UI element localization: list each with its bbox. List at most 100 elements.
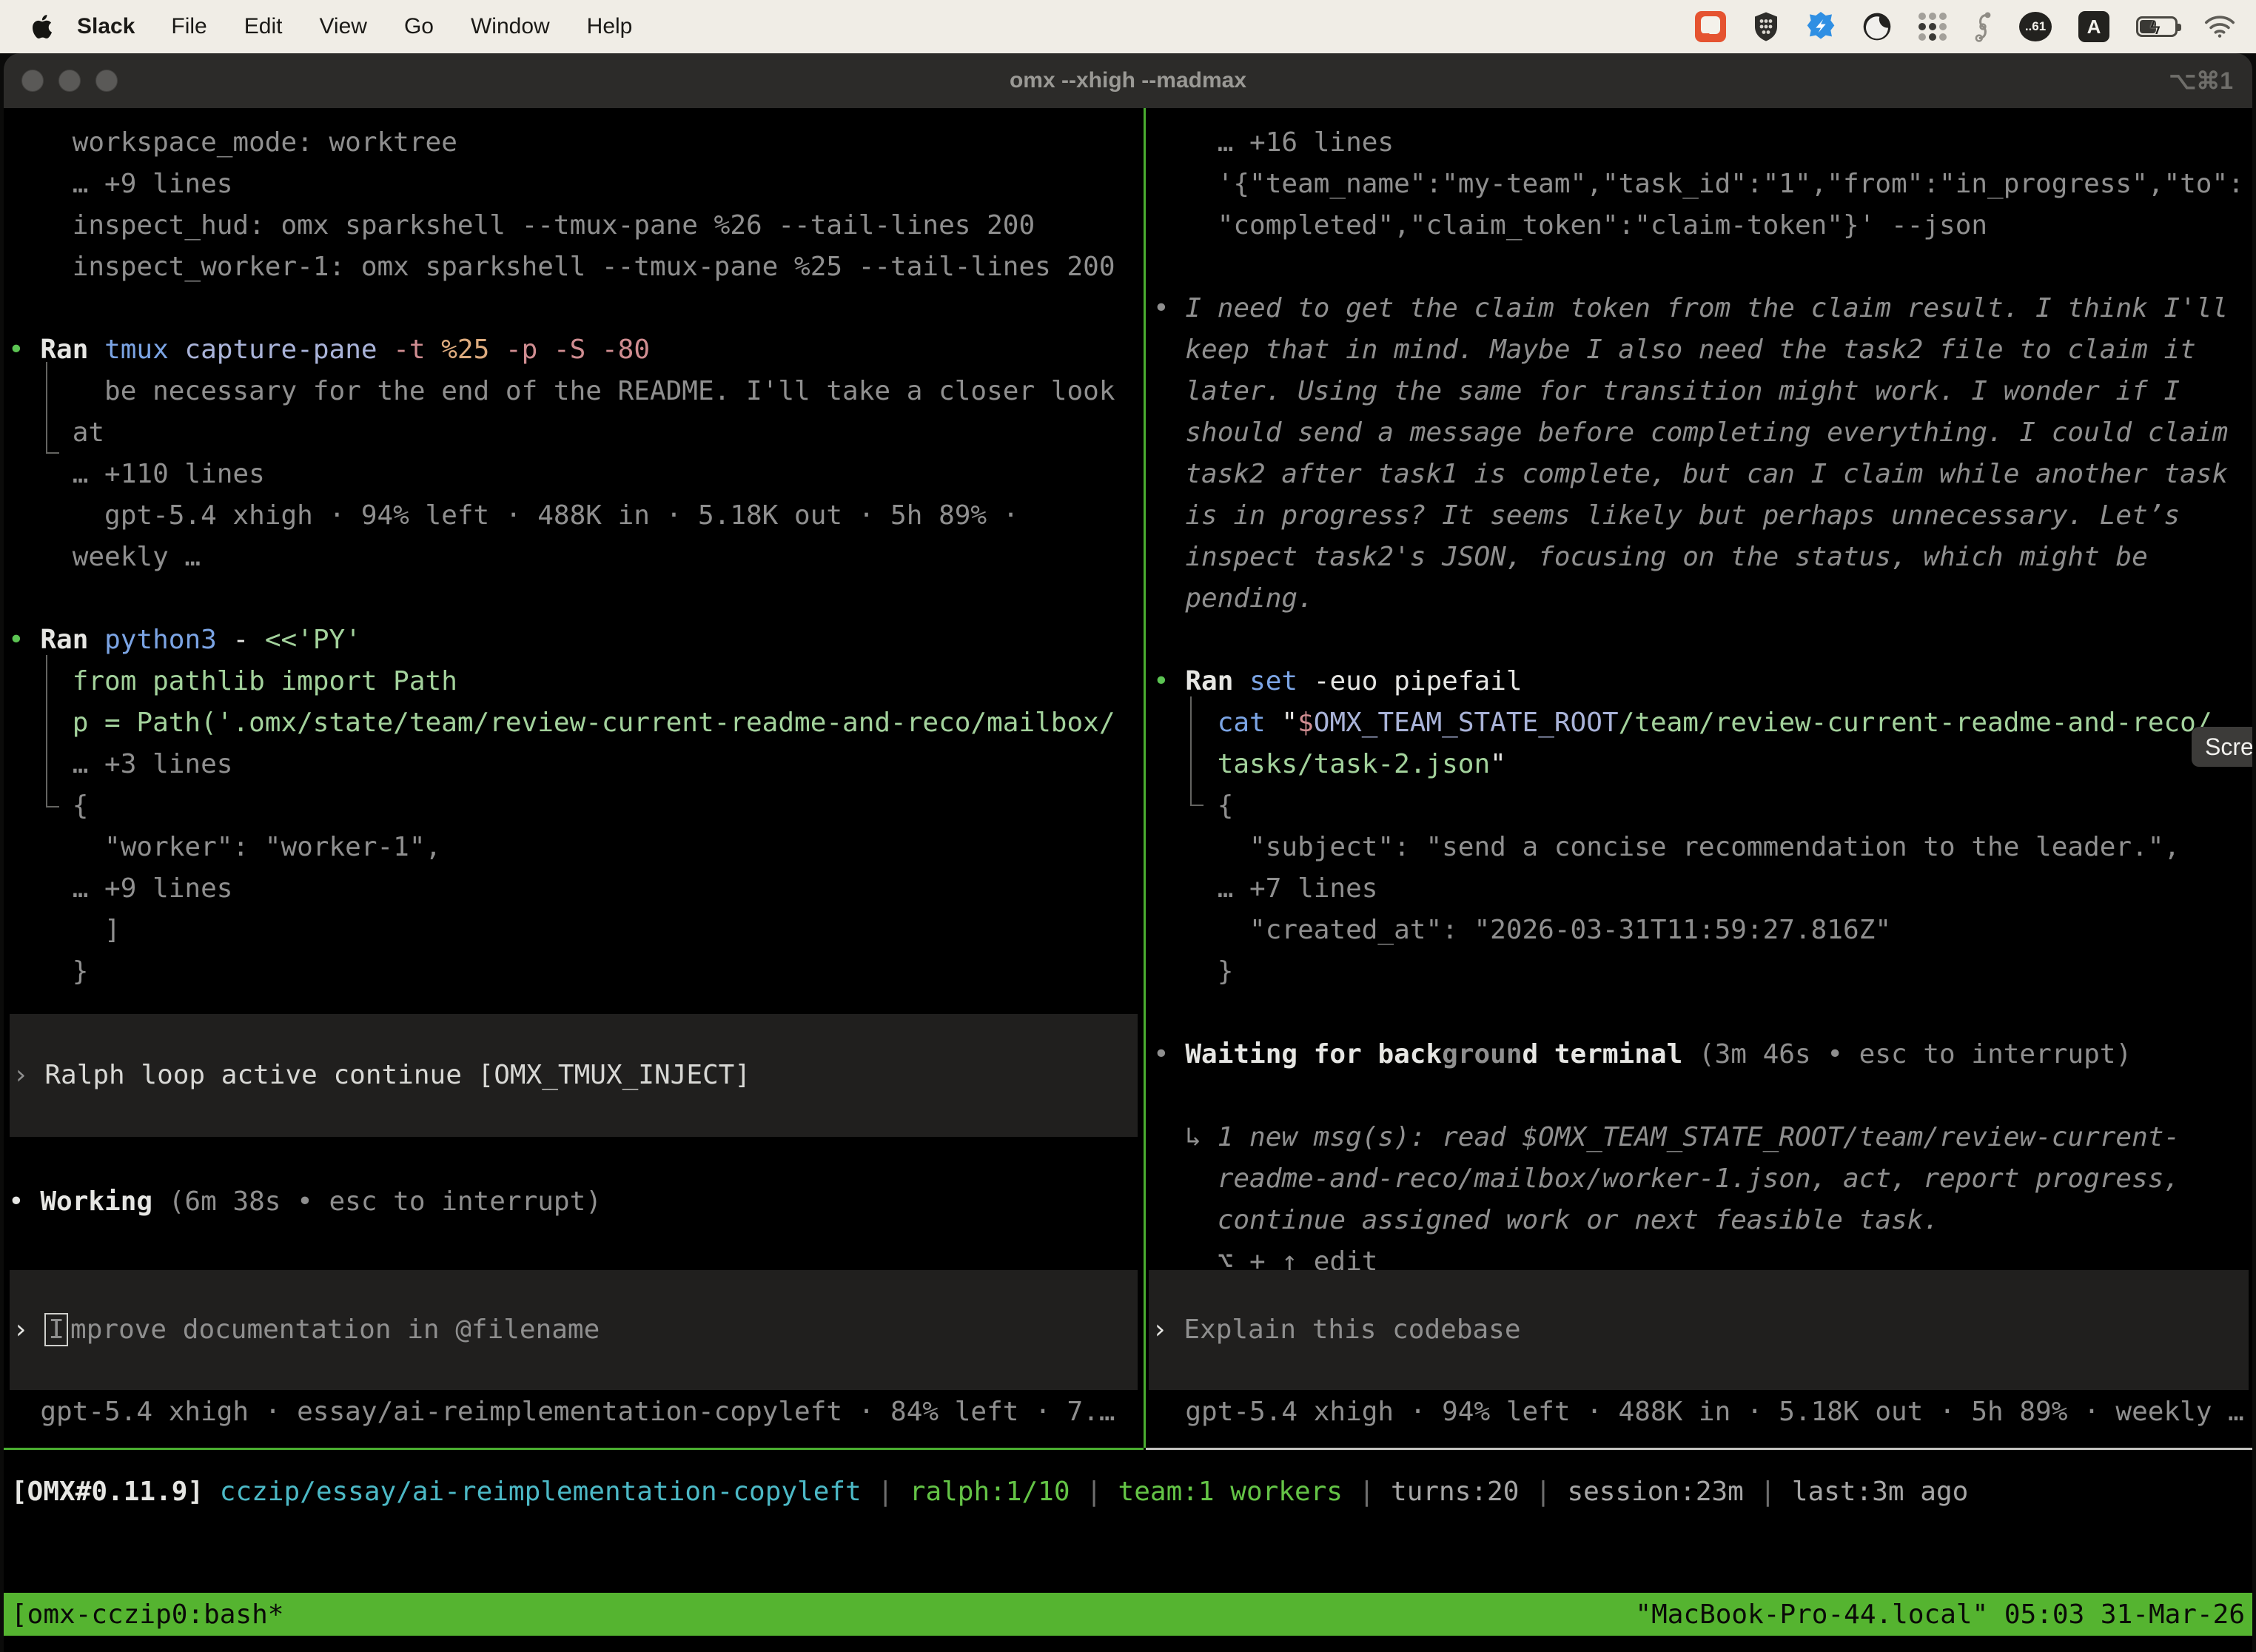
battery-icon[interactable]: ϟ [2136, 16, 2178, 37]
input-source-icon[interactable]: A [2078, 11, 2109, 42]
chat-app-icon[interactable] [1695, 11, 1726, 42]
wifi-icon[interactable] [2204, 15, 2235, 38]
terminal-line: "created_at": "2026-03-31T11:59:27.816Z" [1153, 910, 2252, 951]
terminal-line: } [8, 951, 1144, 993]
terminal-line: at [8, 412, 1144, 454]
terminal-line: gpt-5.4 xhigh · essay/ai-reimplementatio… [8, 1391, 1144, 1433]
terminal-line: inspect task2's JSON, focusing on the st… [1153, 537, 2252, 578]
terminal-line: • Ran python3 - <<'PY' [8, 620, 1144, 661]
terminal-line: … +3 lines [8, 744, 1144, 785]
menu-item-help[interactable]: Help [568, 14, 651, 39]
badge-61-icon[interactable]: ..61 [2019, 12, 2052, 41]
terminal-line [1153, 993, 2252, 1034]
terminal-line: readme-and-reco/mailbox/worker-1.json, a… [1153, 1158, 2252, 1200]
terminal-line: should send a message before completing … [1153, 412, 2252, 454]
terminal-line: "completed","claim_token":"claim-token"}… [1153, 205, 2252, 246]
terminal-line: task2 after task1 is complete, but can I… [1153, 454, 2252, 495]
menu-bar-left: Slack File Edit View Go Window Help [0, 14, 651, 39]
output-connector [46, 655, 59, 807]
terminal-line: "subject": "send a concise recommendatio… [1153, 827, 2252, 868]
model-status-left: gpt-5.4 xhigh · essay/ai-reimplementatio… [4, 1391, 1144, 1433]
terminal-line: … +9 lines [8, 164, 1144, 205]
terminal-line [1153, 246, 2252, 288]
terminal-line: … +110 lines [8, 454, 1144, 495]
charging-bolt-icon: ϟ [2150, 16, 2161, 39]
shield-icon[interactable] [1753, 11, 1779, 42]
output-connector [46, 362, 59, 454]
spark-badge-icon[interactable] [1806, 12, 1836, 41]
terminal-window: omx --xhigh --madmax ⌥⌘1 workspace_mode:… [4, 53, 2252, 1652]
terminal-line: { [1153, 785, 2252, 827]
omx-session-status: [OMX#0.11.9] cczip/essay/ai-reimplementa… [4, 1471, 2252, 1513]
terminal-line: be necessary for the end of the README. … [8, 371, 1144, 412]
terminal-line: keep that in mind. Maybe I also need the… [1153, 329, 2252, 371]
menu-item-window[interactable]: Window [452, 14, 568, 39]
pane-border-horizontal-left[interactable] [4, 1448, 1144, 1450]
terminal-line: • Waiting for background terminal (3m 46… [1153, 1034, 2252, 1075]
terminal-line: tasks/task-2.json" [1153, 744, 2252, 785]
active-app-name[interactable]: Slack [59, 14, 152, 39]
terminal-line: ] [8, 910, 1144, 951]
terminal-line: • Ran tmux capture-pane -t %25 -p -S -80 [8, 329, 1144, 371]
menu-item-view[interactable]: View [301, 14, 385, 39]
terminal-line: cat "$OMX_TEAM_STATE_ROOT/team/review-cu… [1153, 702, 2252, 744]
window-title: omx --xhigh --madmax [4, 53, 2252, 108]
terminal-line: • I need to get the claim token from the… [1153, 288, 2252, 329]
paths-icon[interactable] [1973, 11, 1993, 42]
terminal-line: gpt-5.4 xhigh · 94% left · 488K in · 5.1… [1153, 1391, 2252, 1433]
terminal-line: • Ran set -euo pipefail [1153, 661, 2252, 702]
terminal-line [1153, 620, 2252, 661]
crescent-circle-icon[interactable] [1862, 12, 1892, 41]
terminal-line: { [8, 785, 1144, 827]
menu-item-file[interactable]: File [152, 14, 225, 39]
model-status-right: gpt-5.4 xhigh · 94% left · 488K in · 5.1… [1149, 1391, 2252, 1433]
terminal-line: weekly … [8, 537, 1144, 578]
terminal-line: pending. [1153, 578, 2252, 620]
terminal-line: gpt-5.4 xhigh · 94% left · 488K in · 5.1… [8, 495, 1144, 537]
terminal-line: • Working (6m 38s • esc to interrupt) [8, 1181, 602, 1223]
screen: Slack File Edit View Go Window Help [0, 0, 2256, 1652]
terminal-line: p = Path('.omx/state/team/review-current… [8, 702, 1144, 744]
screen-tooltip: Scre [2192, 727, 2252, 767]
terminal-line: … +16 lines [1153, 122, 2252, 164]
terminal-line: '{"team_name":"my-team","task_id":"1","f… [1153, 164, 2252, 205]
terminal-line: "worker": "worker-1", [8, 827, 1144, 868]
terminal-line: › Improve documentation in @filename [10, 1309, 1138, 1351]
tmux-host-clock: "MacBook-Pro-44.local" 05:03 31-Mar-26 [1635, 1599, 2245, 1630]
terminal-line: inspect_worker-1: omx sparkshell --tmux-… [8, 246, 1144, 288]
apple-menu-icon[interactable] [33, 15, 52, 38]
window-shortcut-badge: ⌥⌘1 [2169, 53, 2233, 108]
terminal-line: inspect_hud: omx sparkshell --tmux-pane … [8, 205, 1144, 246]
terminal-line: workspace_mode: worktree [8, 122, 1144, 164]
menu-bar: Slack File Edit View Go Window Help [0, 0, 2256, 53]
prompt-input-left[interactable]: › Improve documentation in @filename [10, 1270, 1138, 1390]
prompt-input-right[interactable]: › Explain this codebase [1149, 1270, 2249, 1390]
terminal-line: [OMX#0.11.9] cczip/essay/ai-reimplementa… [11, 1471, 2252, 1513]
ralph-loop-banner: › Ralph loop active continue [OMX_TMUX_I… [10, 1014, 1138, 1137]
terminal-line: continue assigned work or next feasible … [1153, 1200, 2252, 1241]
terminal-line: › Ralph loop active continue [OMX_TMUX_I… [10, 1055, 1138, 1096]
terminal-line: ↳ 1 new msg(s): read $OMX_TEAM_STATE_ROO… [1153, 1117, 2252, 1158]
output-connector [1190, 696, 1203, 806]
pane-divider[interactable] [1144, 108, 1146, 1448]
working-status: • Working (6m 38s • esc to interrupt) [4, 1181, 602, 1223]
menu-item-go[interactable]: Go [386, 14, 452, 39]
tmux-session-label[interactable]: [omx-cczip0:bash* [11, 1599, 283, 1630]
dots-grid-icon[interactable] [1918, 13, 1947, 41]
terminal-line [8, 288, 1144, 329]
terminal-line: … +7 lines [1153, 868, 2252, 910]
menu-item-edit[interactable]: Edit [226, 14, 301, 39]
terminal-line: › Explain this codebase [1149, 1309, 2249, 1351]
terminal-line [8, 578, 1144, 620]
menu-bar-status-icons: ..61 A ϟ [1695, 11, 2256, 42]
pane-border-horizontal-right[interactable] [1146, 1448, 2252, 1450]
terminal-line: from pathlib import Path [8, 661, 1144, 702]
terminal-line: is in progress? It seems likely but perh… [1153, 495, 2252, 537]
left-pane: workspace_mode: worktree … +9 lines insp… [4, 122, 1144, 997]
terminal-line: } [1153, 951, 2252, 993]
terminal-line: … +9 lines [8, 868, 1144, 910]
terminal-line [1153, 1075, 2252, 1117]
window-title-bar[interactable]: omx --xhigh --madmax ⌥⌘1 [4, 53, 2252, 108]
right-pane: … +16 lines '{"team_name":"my-team","tas… [1149, 122, 2252, 1286]
tmux-status-bar: [omx-cczip0:bash* "MacBook-Pro-44.local"… [4, 1593, 2252, 1636]
